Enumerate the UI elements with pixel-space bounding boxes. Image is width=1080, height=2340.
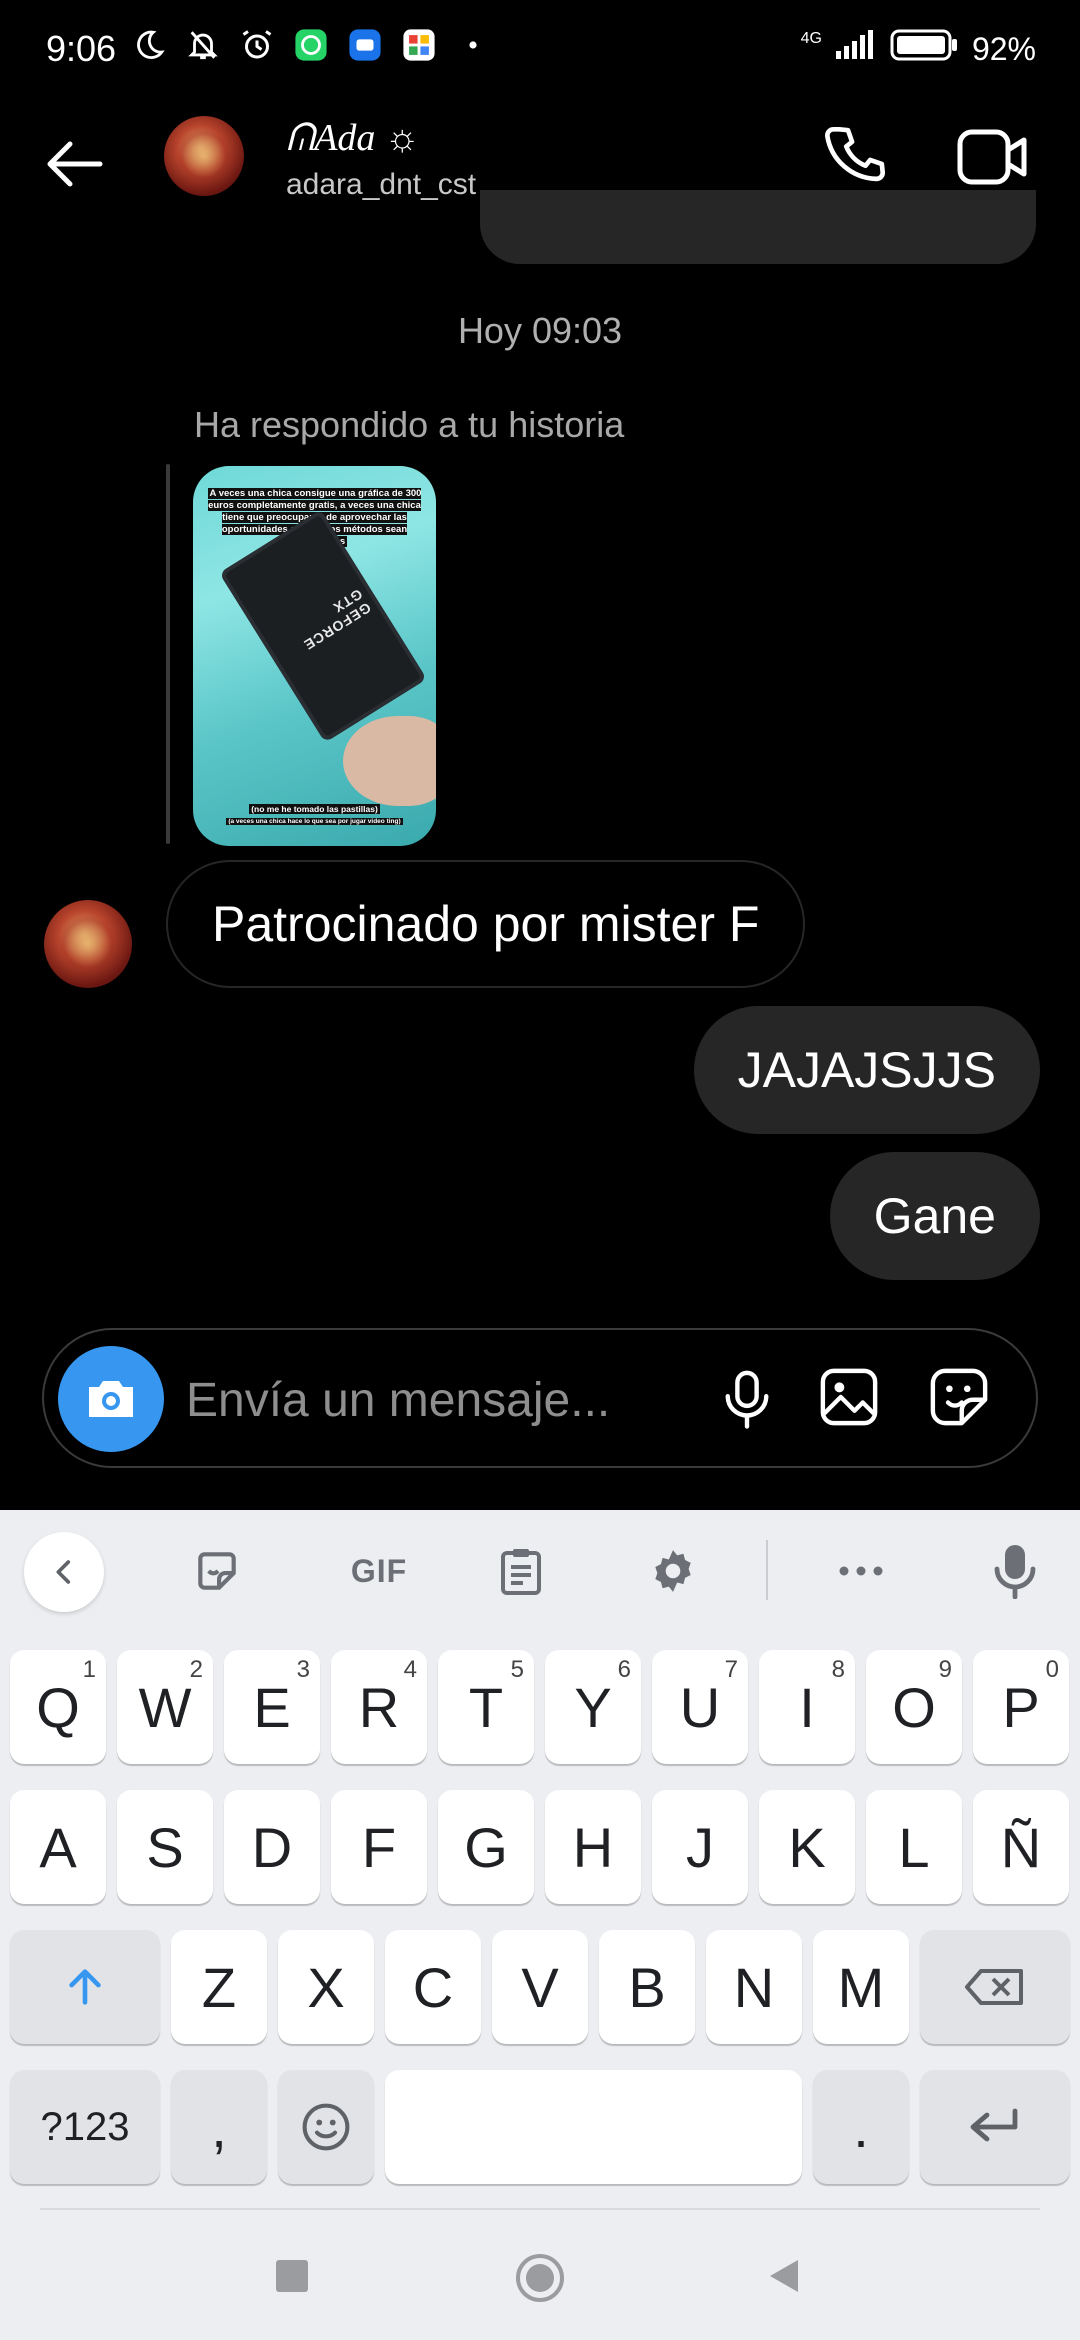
back-arrow-icon[interactable] bbox=[40, 128, 112, 200]
message-composer bbox=[42, 1328, 1038, 1468]
hand-image bbox=[343, 716, 436, 806]
backspace-icon bbox=[965, 1969, 1023, 2005]
dot-icon bbox=[454, 26, 492, 64]
key-p[interactable]: P0 bbox=[973, 1650, 1069, 1764]
messages-icon bbox=[346, 26, 384, 64]
received-message-bubble[interactable]: Patrocinado por mister F bbox=[166, 860, 806, 988]
chat-timestamp: Hoy 09:03 bbox=[457, 310, 623, 351]
key-enye[interactable]: Ñ bbox=[973, 1790, 1069, 1904]
sent-message-bubble[interactable]: Gane bbox=[829, 1152, 1040, 1280]
sticker-icon[interactable] bbox=[926, 1364, 992, 1430]
chevron-left-icon[interactable] bbox=[24, 1532, 104, 1612]
key-l[interactable]: L bbox=[866, 1790, 962, 1904]
story-reply-label: Ha respondido a tu historia bbox=[194, 404, 625, 445]
key-t[interactable]: T5 bbox=[438, 1650, 534, 1764]
key-d[interactable]: D bbox=[224, 1790, 320, 1904]
alarm-icon bbox=[238, 26, 276, 64]
more-options-icon[interactable] bbox=[826, 1536, 896, 1606]
key-u[interactable]: U7 bbox=[652, 1650, 748, 1764]
story-caption-bottom: (no me he tomado las pastillas) (a veces… bbox=[226, 804, 403, 825]
reply-indicator-bar bbox=[166, 464, 170, 844]
key-s[interactable]: S bbox=[117, 1790, 213, 1904]
key-j[interactable]: J bbox=[652, 1790, 748, 1904]
contact-username[interactable]: adara_dnt_cst bbox=[286, 168, 476, 202]
comma-key[interactable]: , bbox=[171, 2070, 267, 2184]
battery-icon bbox=[890, 28, 960, 70]
microphone-icon[interactable] bbox=[714, 1366, 780, 1432]
gallery-icon[interactable] bbox=[816, 1364, 882, 1430]
smiley-icon bbox=[302, 2103, 350, 2151]
clipboard-icon[interactable] bbox=[486, 1536, 556, 1606]
keyboard-toolbar: GIF bbox=[0, 1510, 1080, 1630]
shift-arrow-icon bbox=[69, 1969, 101, 2005]
whatsapp-icon bbox=[292, 26, 330, 64]
key-c[interactable]: C bbox=[385, 1930, 481, 2044]
key-x[interactable]: X bbox=[278, 1930, 374, 2044]
key-v[interactable]: V bbox=[492, 1930, 588, 2044]
key-m[interactable]: M bbox=[813, 1930, 909, 2044]
gif-button[interactable]: GIF bbox=[334, 1536, 424, 1606]
period-key[interactable]: . bbox=[813, 2070, 909, 2184]
shift-key[interactable] bbox=[10, 1930, 160, 2044]
enter-arrow-icon bbox=[970, 2108, 1018, 2142]
emoji-key[interactable] bbox=[278, 2070, 374, 2184]
moon-icon bbox=[130, 26, 168, 64]
status-bar: 9:06 4G 92% bbox=[0, 0, 1080, 100]
nav-divider bbox=[40, 2208, 1040, 2210]
key-y[interactable]: Y6 bbox=[545, 1650, 641, 1764]
key-e[interactable]: E3 bbox=[224, 1650, 320, 1764]
status-right: 4G 92% bbox=[801, 28, 1036, 70]
symbols-key[interactable]: ?123 bbox=[10, 2070, 160, 2184]
gpu-label: GEFORCE GTX bbox=[300, 585, 374, 654]
story-thumbnail[interactable]: A veces una chica consigue una gráfica d… bbox=[193, 466, 436, 846]
key-k[interactable]: K bbox=[759, 1790, 855, 1904]
key-b[interactable]: B bbox=[599, 1930, 695, 2044]
video-call-icon[interactable] bbox=[956, 124, 1030, 190]
settings-gear-icon[interactable] bbox=[638, 1536, 708, 1606]
back-triangle-icon[interactable] bbox=[764, 2256, 804, 2296]
previous-message-bubble[interactable] bbox=[480, 190, 1036, 264]
key-o[interactable]: O9 bbox=[866, 1650, 962, 1764]
key-q[interactable]: Q1 bbox=[10, 1650, 106, 1764]
sent-message-bubble[interactable]: JAJAJSJJS bbox=[693, 1006, 1040, 1134]
sender-avatar[interactable] bbox=[44, 900, 132, 988]
voice-input-icon[interactable] bbox=[980, 1536, 1050, 1606]
battery-percent: 92% bbox=[971, 30, 1036, 67]
contact-avatar[interactable] bbox=[164, 116, 244, 196]
toolbar-divider bbox=[766, 1540, 768, 1600]
key-n[interactable]: N bbox=[706, 1930, 802, 2044]
home-circle-icon[interactable] bbox=[514, 2252, 566, 2304]
key-g[interactable]: G bbox=[438, 1790, 534, 1904]
system-navigation-bar bbox=[0, 2212, 1080, 2340]
key-i[interactable]: I8 bbox=[759, 1650, 855, 1764]
key-w[interactable]: W2 bbox=[117, 1650, 213, 1764]
key-f[interactable]: F bbox=[331, 1790, 427, 1904]
phone-call-icon[interactable] bbox=[820, 122, 890, 192]
backspace-key[interactable] bbox=[920, 1930, 1070, 2044]
recents-square-icon[interactable] bbox=[276, 2260, 308, 2292]
network-type: 4G bbox=[800, 30, 822, 47]
status-time: 9:06 bbox=[46, 28, 117, 69]
key-h[interactable]: H bbox=[545, 1790, 641, 1904]
message-input[interactable] bbox=[186, 1358, 706, 1442]
contact-name[interactable]: ᕬAda ☼ bbox=[286, 116, 420, 160]
camera-icon[interactable] bbox=[58, 1346, 164, 1452]
signal-icon bbox=[834, 29, 878, 69]
status-notification-icons bbox=[130, 26, 492, 64]
enter-key[interactable] bbox=[920, 2070, 1070, 2184]
key-r[interactable]: R4 bbox=[331, 1650, 427, 1764]
key-z[interactable]: Z bbox=[171, 1930, 267, 2044]
bell-off-icon bbox=[184, 26, 222, 64]
puzzle-app-icon bbox=[400, 26, 438, 64]
emoji-sticker-icon[interactable] bbox=[182, 1536, 252, 1606]
key-a[interactable]: A bbox=[10, 1790, 106, 1904]
space-key[interactable] bbox=[385, 2070, 802, 2184]
